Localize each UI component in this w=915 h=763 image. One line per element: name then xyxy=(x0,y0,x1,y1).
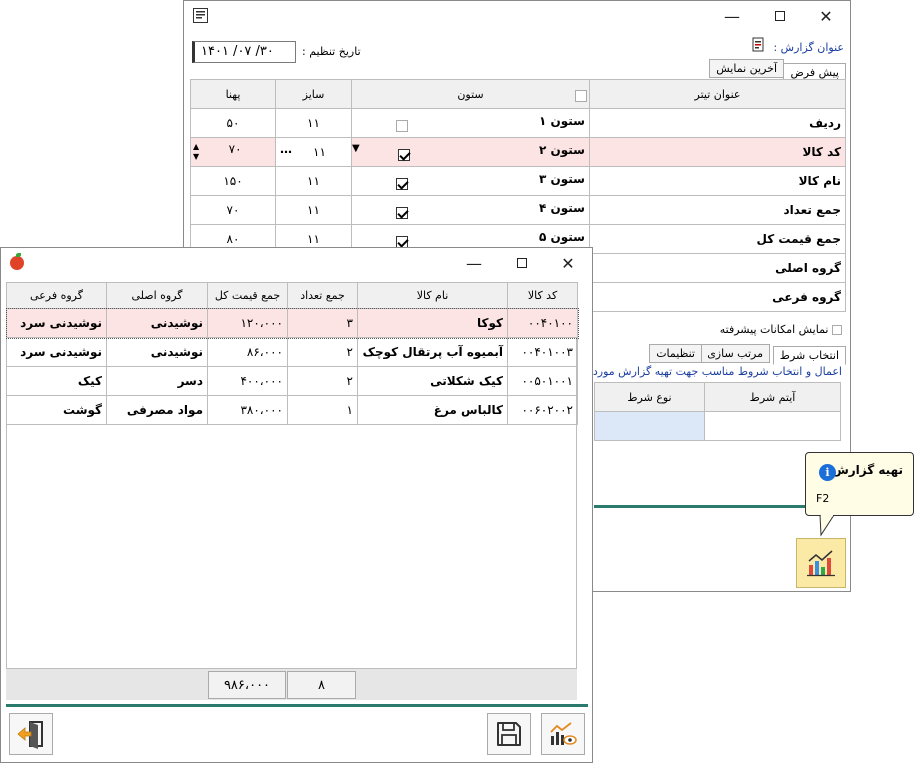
col-header-name: نام کالا xyxy=(357,282,508,309)
col-header-title: عنوان تیتر xyxy=(589,79,846,109)
spin-icon[interactable]: ▲ ▼ xyxy=(193,142,199,162)
chevron-down-icon[interactable]: ▼ xyxy=(353,143,360,154)
report-result-window: — ✕ کد کالا نام کالا جمع تعداد جمع قیمت … xyxy=(0,247,593,763)
table-row-selected[interactable]: ۰۰۴۰۱۰۰ کوکا ۳ ۱۲۰،۰۰۰ نوشیدنی نوشیدنی س… xyxy=(5,307,579,339)
report-title-label: عنوان گزارش : xyxy=(773,41,844,54)
report-grid-header: کد کالا نام کالا جمع تعداد جمع قیمت کل گ… xyxy=(6,282,578,309)
table-row[interactable]: نام کالا ستون ۳ ۱۱ ۱۵۰ xyxy=(190,166,846,196)
exit-icon xyxy=(17,721,43,749)
advanced-checkbox[interactable] xyxy=(832,325,842,335)
tooltip-shortcut: F2 xyxy=(816,492,830,505)
chart-icon xyxy=(807,550,835,577)
condition-grid: آیتم شرط نوع شرط xyxy=(594,382,841,441)
row-checkbox[interactable] xyxy=(397,149,410,161)
total-price: ۹۸۶،۰۰۰ xyxy=(208,671,286,699)
build-report-tooltip: تهیه گزارش i F2 xyxy=(805,452,914,516)
app-icon xyxy=(193,8,208,23)
close-button[interactable]: ✕ xyxy=(804,1,848,31)
instruction-text: اعمال و انتخاب شروط مناسب جهت تهیه گزارش… xyxy=(592,365,842,378)
ellipsis-button[interactable]: ⋯ xyxy=(280,145,292,159)
col-header-condition-type: نوع شرط xyxy=(594,382,705,412)
exit-button[interactable] xyxy=(9,713,53,755)
row-checkbox[interactable] xyxy=(396,120,408,132)
table-row[interactable] xyxy=(594,411,841,441)
row-checkbox[interactable] xyxy=(396,178,408,190)
report-icon xyxy=(752,37,766,53)
maximize-button[interactable] xyxy=(758,1,802,31)
totals-footer: ۸ ۹۸۶،۰۰۰ xyxy=(6,668,577,700)
chart-preview-button[interactable] xyxy=(541,713,585,755)
maximize-button[interactable] xyxy=(500,248,544,278)
col-header-qty: جمع تعداد xyxy=(287,282,358,309)
tooltip-pointer xyxy=(819,515,835,537)
leaf-icon xyxy=(16,253,21,257)
save-icon xyxy=(497,722,521,746)
columns-grid-header: عنوان تیتر ستون سایز پهنا xyxy=(190,79,846,109)
date-field[interactable]: ۱۴۰۱ /۰۷ /۳۰ xyxy=(192,41,296,63)
select-all-checkbox[interactable] xyxy=(575,89,588,102)
col-header-condition-item: آیتم شرط xyxy=(704,382,841,412)
table-row[interactable]: ۰۰۴۰۱۰۰۳ آبمیوه آب پرتقال کوچک ۲ ۸۶،۰۰۰ … xyxy=(6,337,578,367)
minimize-button[interactable]: — xyxy=(452,248,496,278)
table-row[interactable]: ۰۰۶۰۲۰۰۲ کالباس مرغ ۱ ۳۸۰،۰۰۰ مواد مصرفی… xyxy=(6,395,578,425)
col-header-size: سایز xyxy=(275,79,352,109)
advanced-options[interactable]: نمایش امکانات پیشرفته xyxy=(720,323,842,336)
divider xyxy=(6,704,588,707)
close-button[interactable]: ✕ xyxy=(546,248,590,278)
tooltip-title: تهیه گزارش xyxy=(832,463,903,477)
table-row[interactable]: ردیف ستون ۱ ۱۱ ۵۰ xyxy=(190,108,846,138)
table-row-selected[interactable]: کد کالا ستون ۲ ▼ ۱۱ ⋯ ۷۰ ▲ ▼ xyxy=(190,137,846,167)
info-icon: i xyxy=(819,464,836,481)
date-label: تاریخ تنظیم : xyxy=(302,45,361,58)
tab-sort[interactable]: مرتب سازی xyxy=(700,344,770,363)
tab-settings[interactable]: تنظیمات xyxy=(649,344,702,363)
save-button[interactable] xyxy=(487,713,531,755)
minimize-button[interactable]: — xyxy=(710,1,754,31)
col-header-code: کد کالا xyxy=(507,282,578,309)
total-qty: ۸ xyxy=(287,671,356,699)
width-stepper[interactable]: ۷۰ ▲ ▼ xyxy=(190,137,276,167)
tab-select-condition[interactable]: انتخاب شرط xyxy=(772,346,846,365)
chart-eye-icon xyxy=(550,722,577,745)
col-header-total-price: جمع قیمت کل xyxy=(207,282,288,309)
tab-last-view[interactable]: آخرین نمایش xyxy=(709,59,784,78)
settings-titlebar: — ✕ xyxy=(184,1,850,31)
build-report-button[interactable] xyxy=(796,538,846,588)
result-titlebar: — ✕ xyxy=(1,248,592,278)
col-header-main-group: گروه اصلی xyxy=(106,282,208,309)
row-checkbox[interactable] xyxy=(396,207,408,219)
col-header-column: ستون xyxy=(351,79,590,109)
apple-icon xyxy=(10,256,24,270)
column-dropdown[interactable]: ستون ۲ ▼ xyxy=(351,137,590,167)
report-grid: کد کالا نام کالا جمع تعداد جمع قیمت کل گ… xyxy=(5,282,579,425)
col-header-width: پهنا xyxy=(190,79,276,109)
size-field[interactable]: ۱۱ ⋯ xyxy=(275,137,352,167)
table-row[interactable]: جمع تعداد ستون ۴ ۱۱ ۷۰ xyxy=(190,195,846,225)
col-header-sub-group: گروه فرعی xyxy=(6,282,107,309)
table-row[interactable]: ۰۰۵۰۱۰۰۱ کیک شکلاتی ۲ ۴۰۰،۰۰۰ دسر کیک xyxy=(6,366,578,396)
